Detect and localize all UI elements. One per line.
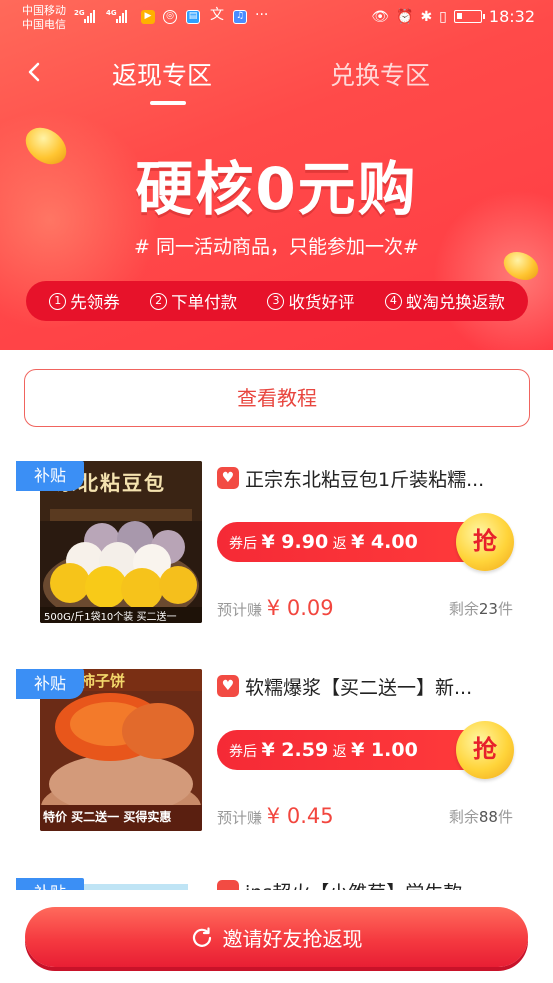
- step-item: 3 收货好评: [267, 289, 354, 313]
- tab-exchange[interactable]: 兑换专区: [330, 56, 430, 92]
- alarm-icon: ⏰: [396, 8, 414, 25]
- grab-button[interactable]: 抢: [456, 513, 514, 571]
- step-item: 4 蚁淘兑换返款: [384, 289, 505, 313]
- hero-title: 硬核0元购: [135, 155, 418, 223]
- estimated-earning: 预计赚 ¥ 0.45: [217, 804, 334, 828]
- product-card[interactable]: 补贴 ins超火【小雏菊】学生款: [0, 878, 553, 890]
- steps-bar: 1 先领券 2 下单付款 3 收货好评 4 蚁淘兑换返款: [26, 281, 528, 321]
- step-number: 3: [267, 292, 285, 310]
- earn-amount: ¥ 0.09: [266, 596, 334, 620]
- estimated-earning: 预计赚 ¥ 0.09: [217, 596, 334, 620]
- step-item: 1 先领券: [49, 289, 120, 313]
- rebate-label: 返: [332, 536, 347, 552]
- status-bar: 中国移动 中国电信 2G 4G ▶ ◎ ▤ 文 ♫ ··· 👁 ⏰ ✱ ▯ 18…: [0, 0, 553, 36]
- remain-label: 剩余: [448, 808, 479, 826]
- invite-friends-button[interactable]: 邀请好友抢返现: [25, 907, 528, 967]
- tmall-icon: ♥: [217, 467, 239, 489]
- back-button[interactable]: [22, 58, 50, 86]
- product-title[interactable]: 正宗东北粘豆包1斤装粘糯...: [245, 465, 535, 492]
- signal-icon: [116, 9, 127, 23]
- eye-icon: 👁: [371, 8, 389, 25]
- earn-label: 预计赚: [217, 809, 263, 827]
- step-number: 2: [150, 292, 168, 310]
- step-number: 1: [49, 292, 67, 310]
- remain-label: 剩余: [448, 600, 479, 618]
- product-title[interactable]: ins超火【小雏菊】学生款: [245, 878, 462, 890]
- view-tutorial-button[interactable]: 查看教程: [24, 369, 530, 427]
- step-item: 2 下单付款: [150, 289, 237, 313]
- grab-button[interactable]: 抢: [456, 721, 514, 779]
- earn-label: 预计赚: [217, 601, 263, 619]
- carrier-name-1: 中国移动: [22, 4, 66, 17]
- rebate-amount: ¥ 4.00: [351, 531, 418, 553]
- translate-icon: 文: [210, 7, 224, 23]
- active-tab-indicator: [150, 101, 186, 105]
- product-image-title: 柿子饼: [80, 672, 126, 690]
- subsidy-badge: 补贴: [16, 878, 84, 890]
- remain-count: 88: [478, 808, 498, 826]
- step-label: 下单付款: [171, 293, 238, 312]
- subsidy-badge: 补贴: [16, 461, 84, 491]
- product-image[interactable]: [84, 884, 188, 890]
- rebate-label: 返: [332, 744, 347, 760]
- tmall-icon: ♥: [217, 675, 239, 697]
- tab-cashback[interactable]: 返现专区: [112, 56, 212, 92]
- coupon-price: ¥ 9.90: [261, 531, 329, 553]
- header-banner: 中国移动 中国电信 2G 4G ▶ ◎ ▤ 文 ♫ ··· 👁 ⏰ ✱ ▯ 18…: [0, 0, 553, 350]
- product-title[interactable]: 软糯爆浆【买二送一】新...: [245, 673, 535, 700]
- hero-subtitle: # 同一活动商品，只能参加一次#: [134, 236, 419, 258]
- step-number: 4: [384, 292, 402, 310]
- video-icon: ▶: [141, 10, 155, 24]
- product-card[interactable]: 补贴 柿子饼 特价 买二送一 买得实惠 ♥ 软糯爆浆【买二送一】新... 券后 …: [0, 669, 553, 859]
- subsidy-badge: 补贴: [16, 669, 84, 699]
- signal-icon: [84, 9, 95, 23]
- remain-unit: 件: [497, 808, 513, 826]
- app-icon: ♫: [233, 10, 247, 24]
- coupon-price: ¥ 2.59: [261, 739, 329, 761]
- coupon-label: 券后: [229, 536, 257, 552]
- remain-unit: 件: [497, 600, 513, 618]
- step-label: 收货好评: [288, 293, 355, 312]
- page: 中国移动 中国电信 2G 4G ▶ ◎ ▤ 文 ♫ ··· 👁 ⏰ ✱ ▯ 18…: [0, 0, 553, 983]
- carrier-info: 中国移动 中国电信: [22, 4, 66, 32]
- remain-count: 23: [478, 600, 498, 618]
- bluetooth-icon: ✱: [420, 8, 433, 25]
- chevron-left-icon: [28, 62, 40, 82]
- price-bar: 券后 ¥ 9.90 返 ¥ 4.00: [217, 522, 497, 562]
- invite-label: 邀请好友抢返现: [222, 926, 363, 951]
- price-bar: 券后 ¥ 2.59 返 ¥ 1.00: [217, 730, 497, 770]
- carrier-name-2: 中国电信: [22, 18, 66, 31]
- remaining-stock: 剩余88件: [449, 806, 513, 827]
- vibrate-icon: ▯: [439, 8, 447, 25]
- step-label: 先领券: [70, 293, 120, 312]
- battery-icon: [453, 10, 485, 23]
- coupon-label: 券后: [229, 744, 257, 760]
- more-icon: ···: [255, 7, 269, 23]
- product-image-caption: 特价 买二送一 买得实惠: [43, 810, 172, 824]
- tmall-icon: [217, 880, 239, 890]
- status-right: 👁 ⏰ ✱ ▯ 18:32: [371, 7, 535, 26]
- status-time: 18:32: [488, 7, 535, 26]
- rebate-amount: ¥ 1.00: [351, 739, 418, 761]
- refresh-icon: [192, 927, 211, 947]
- step-label: 蚁淘兑换返款: [405, 293, 505, 312]
- earn-amount: ¥ 0.45: [266, 804, 334, 828]
- remaining-stock: 剩余23件: [449, 598, 513, 619]
- product-image-caption: 500G/斤1袋10个装 买二送一: [44, 612, 177, 623]
- product-card[interactable]: 补贴 东北粘豆包 500G/斤1袋10个装 买二送一 ♥ 正宗东北粘豆包1斤装粘…: [0, 461, 553, 651]
- music-icon: ◎: [163, 10, 177, 24]
- book-icon: ▤: [186, 10, 200, 24]
